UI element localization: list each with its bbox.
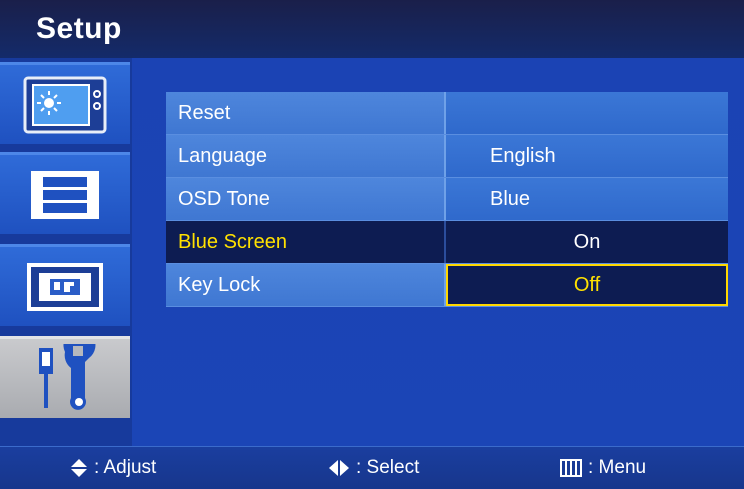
menu-row-language[interactable]: Language English (166, 135, 728, 178)
settings-menu: Reset Language English OSD Tone Blue Blu… (166, 92, 728, 307)
menu-row-value: English (446, 135, 728, 177)
adjust-hint-label: : Adjust (94, 457, 157, 478)
menu-row-osd-tone[interactable]: OSD Tone Blue (166, 178, 728, 221)
footer-hints: : Adjust : Select : Menu (0, 446, 744, 489)
menu-row-label: Reset (166, 92, 446, 134)
sidebar-item-setup[interactable] (0, 336, 130, 418)
menu-row-label: Key Lock (166, 264, 446, 306)
sidebar (0, 58, 132, 446)
menu-hint-label: : Menu (588, 457, 647, 478)
menu-row-value[interactable]: Off (446, 264, 728, 306)
menu-row-value: On (446, 221, 728, 263)
menu-row-reset[interactable]: Reset (166, 92, 728, 135)
left-right-arrow-icon (328, 459, 350, 477)
menu-row-value: Blue (446, 178, 728, 220)
tools-setup-icon (23, 343, 107, 414)
select-hint-label: : Select (356, 457, 420, 478)
menu-row-label: OSD Tone (166, 178, 446, 220)
menu-hint: : Menu (560, 457, 646, 479)
sidebar-item-picture[interactable] (0, 62, 130, 144)
menu-row-label: Language (166, 135, 446, 177)
menu-row-value (446, 92, 728, 134)
sidebar-item-position[interactable] (0, 244, 130, 326)
select-hint: : Select (328, 457, 419, 479)
menu-button-icon (560, 459, 582, 477)
menu-row-key-lock[interactable]: Key Lock Off (166, 264, 728, 307)
main-panel: Reset Language English OSD Tone Blue Blu… (132, 58, 744, 446)
page-title: Setup (36, 12, 122, 45)
display-position-icon (26, 262, 104, 312)
osd-screen: Setup Reset Language English OSD Tone Bl… (0, 0, 744, 489)
sidebar-item-video[interactable] (0, 152, 130, 234)
picture-brightness-icon (23, 76, 107, 134)
film-strip-icon (29, 169, 101, 221)
title-bar: Setup (0, 0, 744, 58)
adjust-hint: : Adjust (70, 457, 156, 479)
up-down-arrow-icon (70, 458, 88, 478)
menu-row-label: Blue Screen (166, 221, 446, 263)
menu-row-blue-screen[interactable]: Blue Screen On (166, 221, 728, 264)
